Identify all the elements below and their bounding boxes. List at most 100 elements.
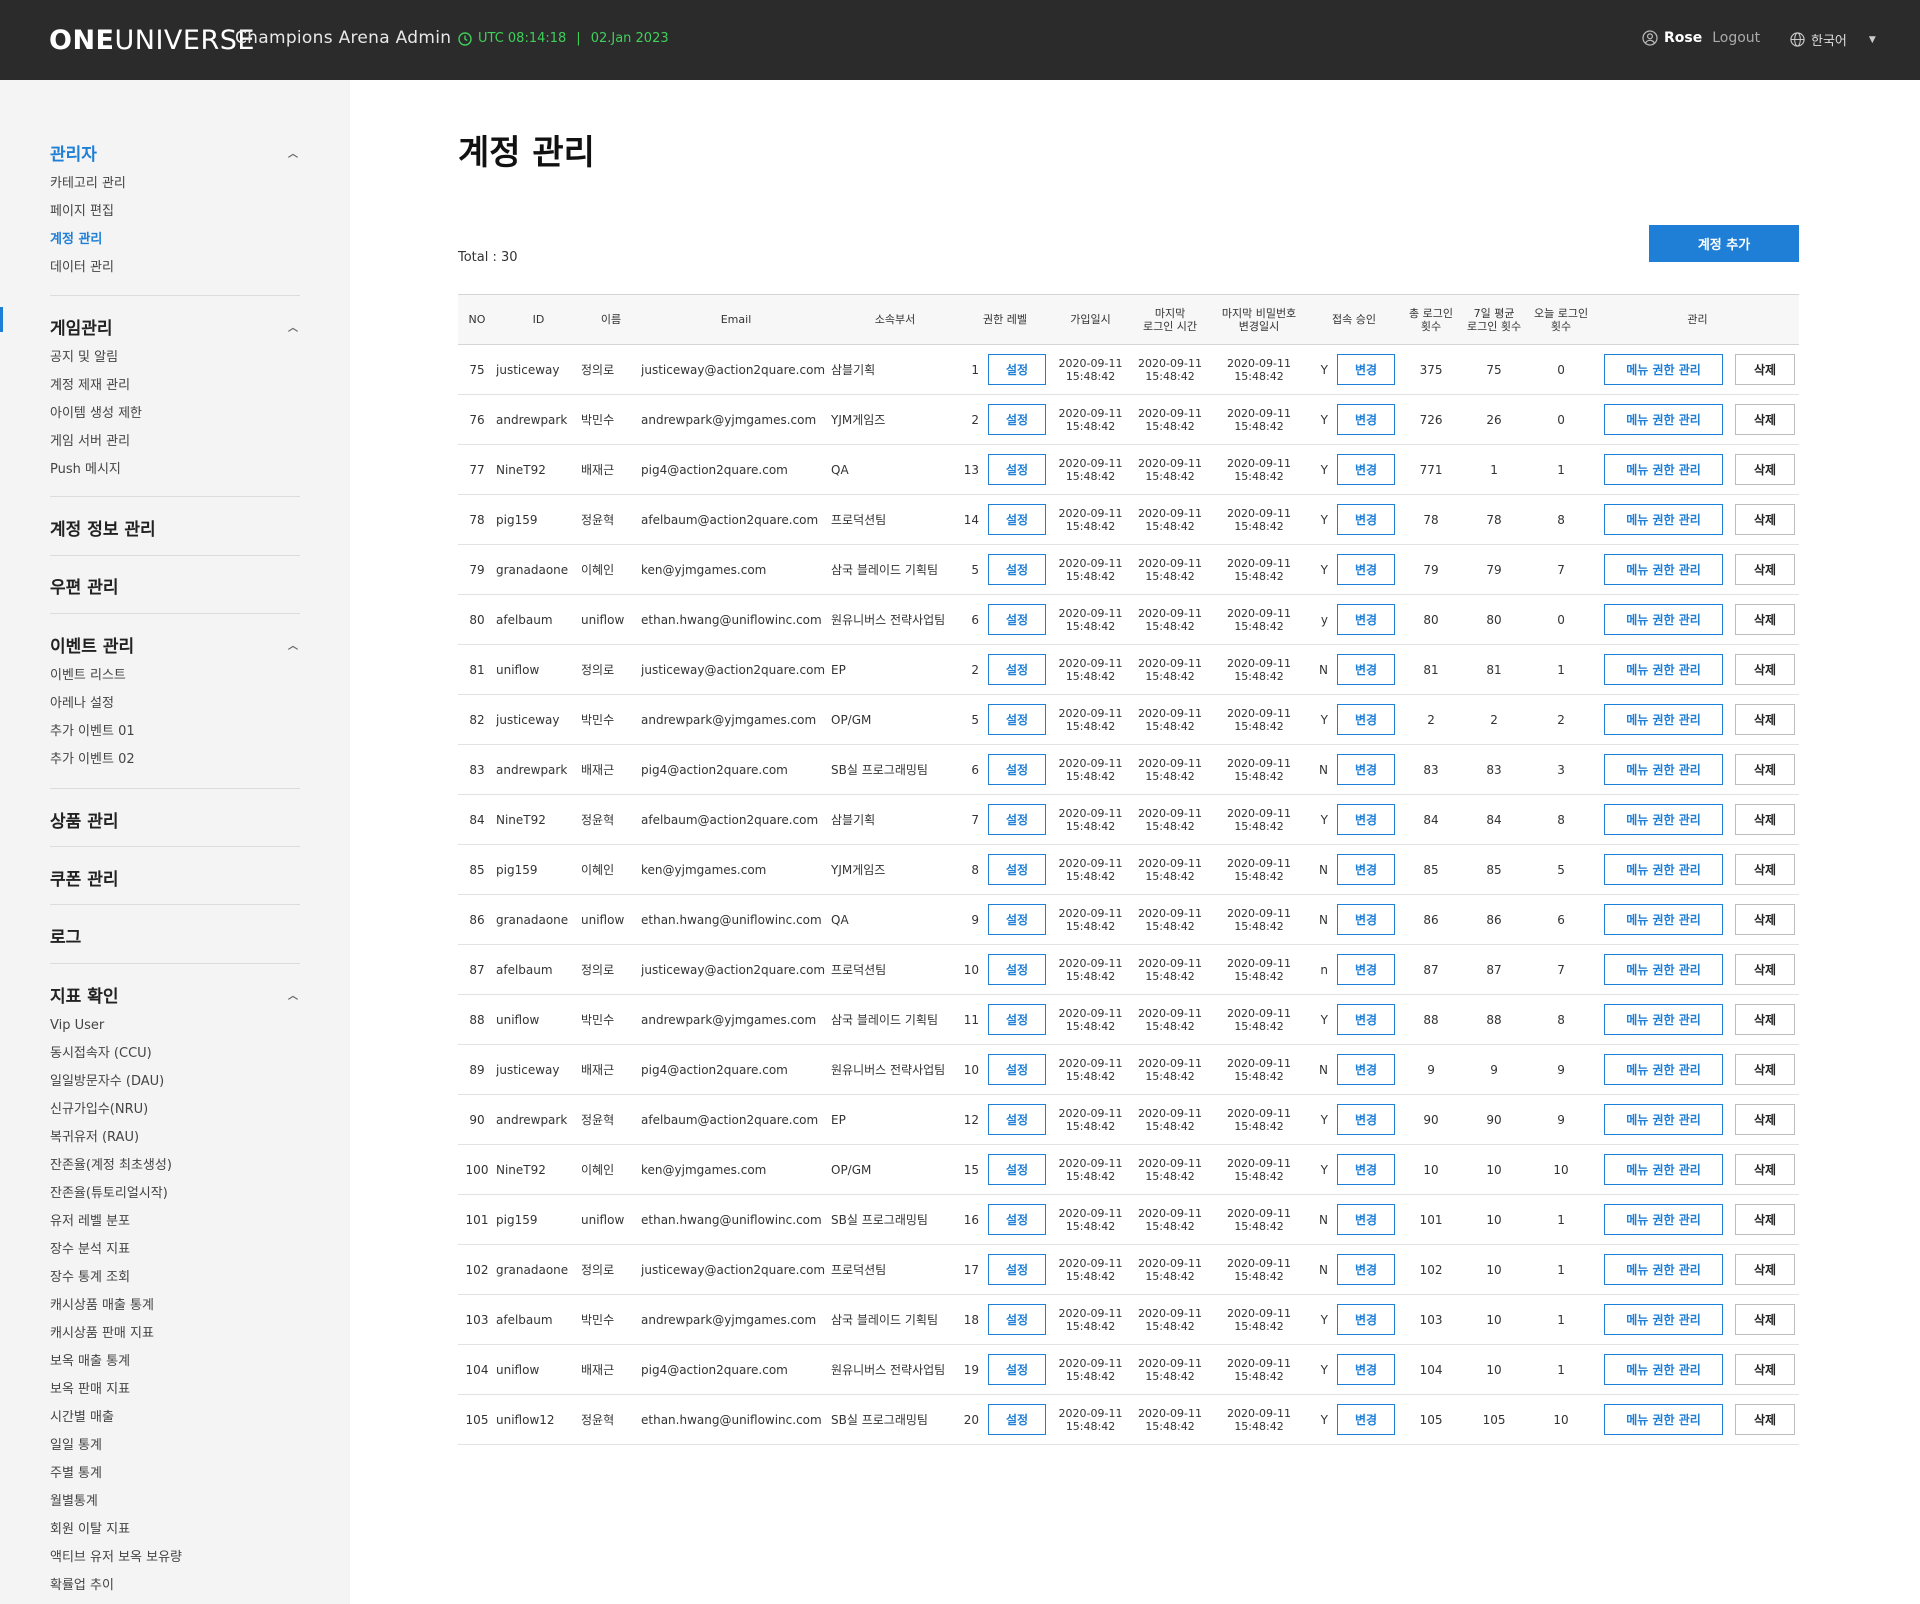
- sidebar-item[interactable]: 아이템 생성 제한: [50, 405, 300, 423]
- chevron-up-icon[interactable]: ︿: [288, 319, 298, 334]
- menu-permission-button[interactable]: 메뉴 권한 관리: [1604, 1104, 1724, 1135]
- approve-change-button[interactable]: 변경: [1337, 454, 1396, 485]
- sidebar-item[interactable]: 추가 이벤트 02: [50, 751, 300, 769]
- menu-permission-button[interactable]: 메뉴 권한 관리: [1604, 454, 1724, 485]
- sidebar-item-account[interactable]: 계정 관리: [50, 231, 300, 249]
- sidebar-item[interactable]: 공지 및 알림: [50, 349, 300, 367]
- sidebar-item[interactable]: 이벤트 리스트: [50, 667, 300, 685]
- sidebar-item[interactable]: 주별 통계: [50, 1465, 300, 1483]
- sidebar-item[interactable]: 동시접속자 (CCU): [50, 1045, 300, 1063]
- menu-permission-button[interactable]: 메뉴 권한 관리: [1604, 754, 1724, 785]
- menu-permission-button[interactable]: 메뉴 권한 관리: [1604, 1304, 1724, 1335]
- approve-change-button[interactable]: 변경: [1337, 754, 1396, 785]
- level-set-button[interactable]: 설정: [988, 1404, 1046, 1435]
- menu-permission-button[interactable]: 메뉴 권한 관리: [1604, 1204, 1724, 1235]
- approve-change-button[interactable]: 변경: [1337, 554, 1396, 585]
- logout-link[interactable]: Logout: [1712, 30, 1760, 46]
- level-set-button[interactable]: 설정: [988, 1254, 1046, 1285]
- sidebar-item[interactable]: 계정 제재 관리: [50, 377, 300, 395]
- level-set-button[interactable]: 설정: [988, 804, 1046, 835]
- menu-permission-button[interactable]: 메뉴 권한 관리: [1604, 1354, 1724, 1385]
- level-set-button[interactable]: 설정: [988, 504, 1046, 535]
- approve-change-button[interactable]: 변경: [1337, 1304, 1396, 1335]
- sidebar-item[interactable]: 시간별 매출: [50, 1409, 300, 1427]
- sidebar-item[interactable]: 일일 통계: [50, 1437, 300, 1455]
- menu-permission-button[interactable]: 메뉴 권한 관리: [1604, 604, 1724, 635]
- menu-permission-button[interactable]: 메뉴 권한 관리: [1604, 504, 1724, 535]
- sidebar-item[interactable]: 게임 서버 관리: [50, 433, 300, 451]
- language-select[interactable]: 한국어 ▼: [1790, 30, 1876, 49]
- approve-change-button[interactable]: 변경: [1337, 1404, 1396, 1435]
- level-set-button[interactable]: 설정: [988, 1004, 1046, 1035]
- sidebar-group-title[interactable]: 쿠폰 관리: [50, 865, 300, 890]
- chevron-up-icon[interactable]: ︿: [288, 987, 298, 1002]
- sidebar-item[interactable]: 확률업 추이: [50, 1577, 300, 1595]
- approve-change-button[interactable]: 변경: [1337, 354, 1396, 385]
- menu-permission-button[interactable]: 메뉴 권한 관리: [1604, 404, 1724, 435]
- approve-change-button[interactable]: 변경: [1337, 1254, 1396, 1285]
- menu-permission-button[interactable]: 메뉴 권한 관리: [1604, 904, 1724, 935]
- menu-permission-button[interactable]: 메뉴 권한 관리: [1604, 1254, 1724, 1285]
- level-set-button[interactable]: 설정: [988, 1104, 1046, 1135]
- level-set-button[interactable]: 설정: [988, 454, 1046, 485]
- sidebar-group-title[interactable]: 이벤트 관리 ︿: [50, 632, 300, 657]
- sidebar-group-title[interactable]: 지표 확인 ︿: [50, 982, 300, 1007]
- delete-button[interactable]: 삭제: [1735, 354, 1796, 385]
- chevron-up-icon[interactable]: ︿: [288, 637, 298, 652]
- chevron-up-icon[interactable]: ︿: [288, 145, 298, 160]
- menu-permission-button[interactable]: 메뉴 권한 관리: [1604, 654, 1724, 685]
- approve-change-button[interactable]: 변경: [1337, 654, 1396, 685]
- sidebar-item[interactable]: 캐시상품 매출 통계: [50, 1297, 300, 1315]
- approve-change-button[interactable]: 변경: [1337, 1004, 1396, 1035]
- sidebar-item[interactable]: 잔존율(튜토리얼시작): [50, 1185, 300, 1203]
- sidebar-item[interactable]: 유저 레벨 분포: [50, 1213, 300, 1231]
- level-set-button[interactable]: 설정: [988, 404, 1046, 435]
- menu-permission-button[interactable]: 메뉴 권한 관리: [1604, 704, 1724, 735]
- delete-button[interactable]: 삭제: [1735, 554, 1796, 585]
- approve-change-button[interactable]: 변경: [1337, 904, 1396, 935]
- level-set-button[interactable]: 설정: [988, 1154, 1046, 1185]
- level-set-button[interactable]: 설정: [988, 754, 1046, 785]
- delete-button[interactable]: 삭제: [1735, 654, 1796, 685]
- delete-button[interactable]: 삭제: [1735, 1104, 1796, 1135]
- oneuniverse-logo[interactable]: ONEUNIVERSE: [49, 25, 255, 56]
- approve-change-button[interactable]: 변경: [1337, 1354, 1396, 1385]
- level-set-button[interactable]: 설정: [988, 354, 1046, 385]
- delete-button[interactable]: 삭제: [1735, 804, 1796, 835]
- sidebar-item[interactable]: 페이지 편집: [50, 203, 300, 221]
- approve-change-button[interactable]: 변경: [1337, 604, 1396, 635]
- level-set-button[interactable]: 설정: [988, 654, 1046, 685]
- menu-permission-button[interactable]: 메뉴 권한 관리: [1604, 804, 1724, 835]
- sidebar-item[interactable]: 추가 이벤트 01: [50, 723, 300, 741]
- sidebar-item[interactable]: 액티브 유저 보옥 보유량: [50, 1549, 300, 1567]
- sidebar-group-title[interactable]: 계정 정보 관리: [50, 515, 300, 540]
- sidebar-item[interactable]: 월별통계: [50, 1493, 300, 1511]
- approve-change-button[interactable]: 변경: [1337, 404, 1396, 435]
- delete-button[interactable]: 삭제: [1735, 1004, 1796, 1035]
- sidebar-item[interactable]: 일일방문자수 (DAU): [50, 1073, 300, 1091]
- level-set-button[interactable]: 설정: [988, 1304, 1046, 1335]
- sidebar-group-title[interactable]: 게임관리 ︿: [50, 314, 300, 339]
- sidebar-item[interactable]: 데이터 관리: [50, 259, 300, 277]
- delete-button[interactable]: 삭제: [1735, 454, 1796, 485]
- menu-permission-button[interactable]: 메뉴 권한 관리: [1604, 1154, 1724, 1185]
- menu-permission-button[interactable]: 메뉴 권한 관리: [1604, 1004, 1724, 1035]
- sidebar-item[interactable]: 신규가입수(NRU): [50, 1101, 300, 1119]
- delete-button[interactable]: 삭제: [1735, 854, 1796, 885]
- sidebar-group-title[interactable]: 우편 관리: [50, 573, 300, 598]
- sidebar-item[interactable]: 캐시상품 판매 지표: [50, 1325, 300, 1343]
- delete-button[interactable]: 삭제: [1735, 1254, 1796, 1285]
- level-set-button[interactable]: 설정: [988, 1354, 1046, 1385]
- level-set-button[interactable]: 설정: [988, 604, 1046, 635]
- sidebar-item[interactable]: 아레나 설정: [50, 695, 300, 713]
- menu-permission-button[interactable]: 메뉴 권한 관리: [1604, 554, 1724, 585]
- sidebar-group-title[interactable]: 상품 관리: [50, 807, 300, 832]
- menu-permission-button[interactable]: 메뉴 권한 관리: [1604, 1404, 1724, 1435]
- delete-button[interactable]: 삭제: [1735, 504, 1796, 535]
- sidebar-item[interactable]: 잔존율(계정 최초생성): [50, 1157, 300, 1175]
- approve-change-button[interactable]: 변경: [1337, 1154, 1396, 1185]
- delete-button[interactable]: 삭제: [1735, 1054, 1796, 1085]
- level-set-button[interactable]: 설정: [988, 1054, 1046, 1085]
- approve-change-button[interactable]: 변경: [1337, 804, 1396, 835]
- approve-change-button[interactable]: 변경: [1337, 1054, 1396, 1085]
